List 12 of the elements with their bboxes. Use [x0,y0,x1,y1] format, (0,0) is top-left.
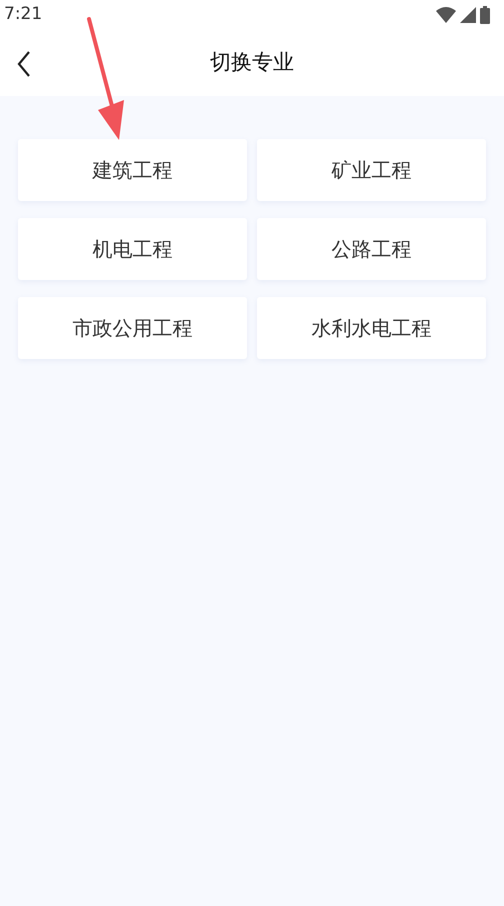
major-option[interactable]: 建筑工程 [18,139,247,201]
back-icon [17,51,31,77]
major-option[interactable]: 市政公用工程 [18,297,247,359]
battery-icon [480,6,490,24]
major-option[interactable]: 公路工程 [257,218,486,280]
major-option[interactable]: 矿业工程 [257,139,486,201]
page-title: 切换专业 [210,49,294,76]
major-option[interactable]: 水利水电工程 [257,297,486,359]
status-time: 7:21 [4,3,42,26]
signal-icon [460,7,476,23]
wifi-icon [436,7,456,23]
major-option[interactable]: 机电工程 [18,218,247,280]
